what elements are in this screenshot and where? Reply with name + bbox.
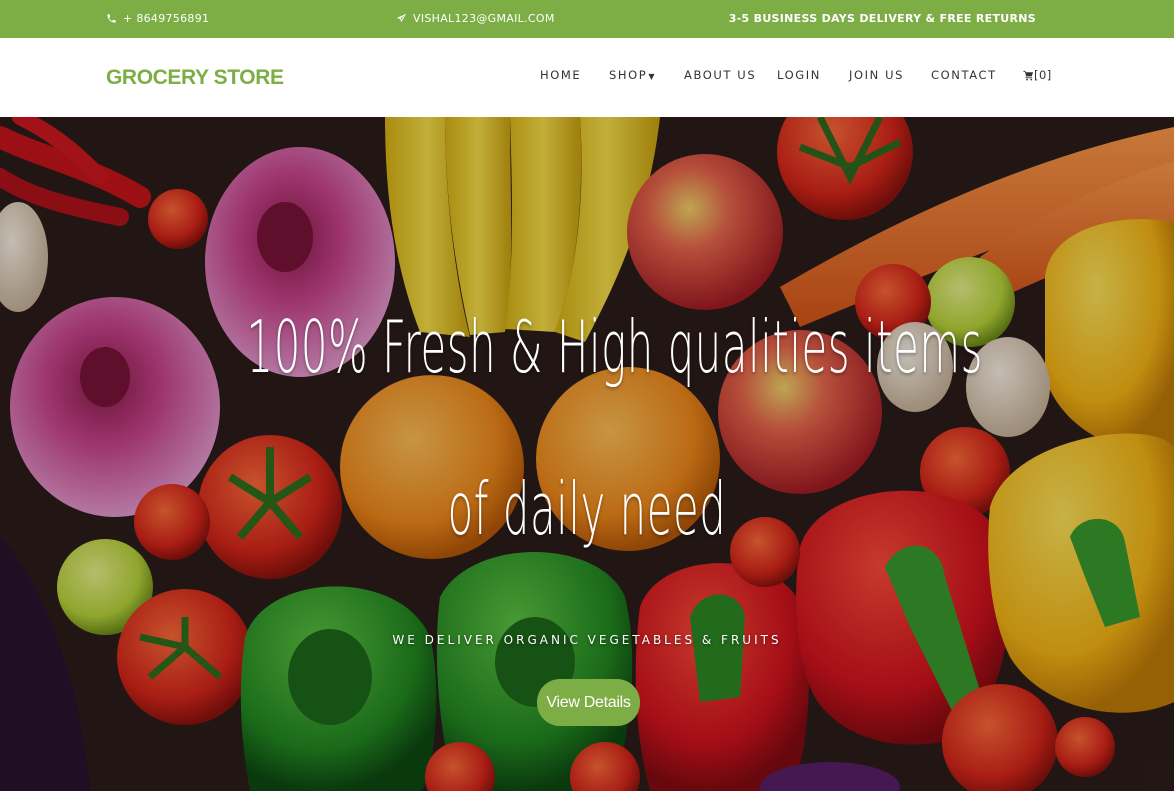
top-info-bar: + 8649756891 VISHAL123@GMAIL.COM 3-5 BUS… xyxy=(0,0,1174,38)
hero-title-line-2: of daily need xyxy=(447,467,727,551)
nav-home[interactable]: HOME xyxy=(540,38,581,113)
delivery-notice: 3-5 BUSINESS DAYS DELIVERY & FREE RETURN… xyxy=(728,12,1036,25)
nav-shop-label: SHOP xyxy=(609,68,648,82)
nav-shop[interactable]: SHOP▼ xyxy=(609,38,655,113)
hero-title: 100% Fresh & High qualities items of dai… xyxy=(247,297,983,559)
nav-about-us[interactable]: ABOUT US xyxy=(684,38,756,113)
nav-login[interactable]: LOGIN xyxy=(777,38,821,113)
phone-number: + 8649756891 xyxy=(123,12,210,25)
nav-cart[interactable]: [0] xyxy=(1023,38,1052,113)
nav-contact[interactable]: CONTACT xyxy=(931,38,997,113)
email-address: VISHAL123@GMAIL.COM xyxy=(413,12,555,25)
paper-plane-icon xyxy=(396,13,407,23)
phone-icon xyxy=(107,14,116,23)
brand-logo[interactable]: GROCERY STORE xyxy=(106,38,284,117)
hero-title-line-1: 100% Fresh & High qualities items xyxy=(246,305,983,389)
cart-icon xyxy=(1023,70,1034,81)
view-details-button[interactable]: View Details xyxy=(537,679,640,726)
hero-subtitle: WE DELIVER ORGANIC VEGETABLES & FRUITS xyxy=(392,633,782,647)
hero-banner: 100% Fresh & High qualities items of dai… xyxy=(0,117,1174,791)
cart-count: [0] xyxy=(1034,68,1052,82)
phone-contact[interactable]: + 8649756891 xyxy=(106,0,209,38)
main-navbar: GROCERY STORE HOME SHOP▼ ABOUT US LOGIN … xyxy=(0,38,1174,117)
email-contact[interactable]: VISHAL123@GMAIL.COM xyxy=(396,0,555,38)
nav-join-us[interactable]: JOIN US xyxy=(849,38,904,113)
caret-down-icon: ▼ xyxy=(648,72,655,81)
